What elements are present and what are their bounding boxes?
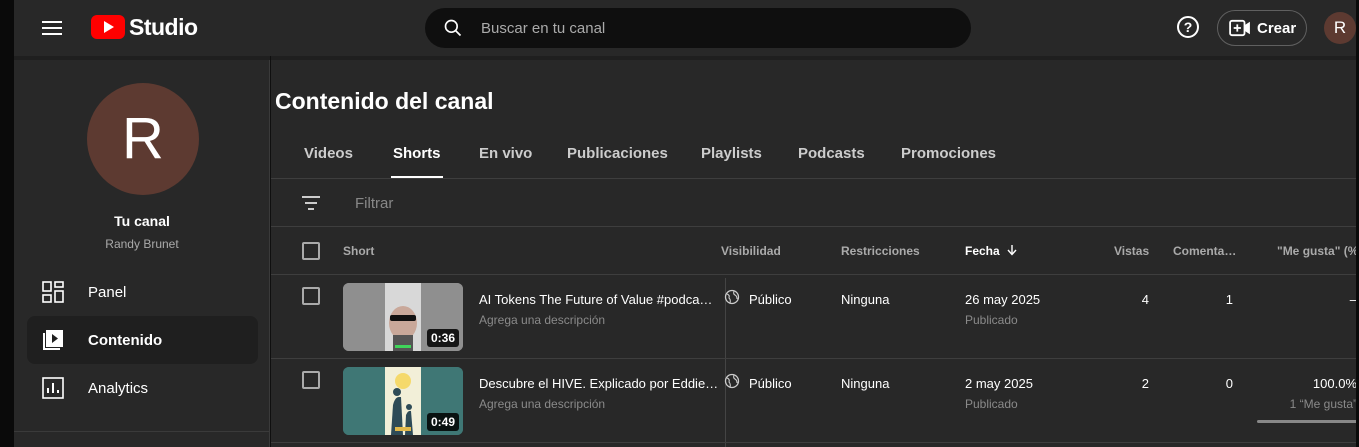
video-thumbnail[interactable]: 0:49 <box>343 367 463 435</box>
date-value: 2 may 2025 <box>965 376 1033 391</box>
youtube-studio-logo[interactable]: Studio <box>91 13 198 41</box>
globe-icon <box>724 289 740 305</box>
likes-count: 1 “Me gusta” <box>1289 397 1356 411</box>
channel-name: Randy Brunet <box>105 237 179 251</box>
tab-publicaciones[interactable]: Publicaciones <box>567 134 668 178</box>
filter-icon[interactable] <box>302 195 320 211</box>
column-header-short[interactable]: Short <box>343 244 374 258</box>
create-video-icon <box>1229 19 1250 37</box>
column-header-comments[interactable]: Comenta… <box>1173 244 1236 258</box>
analytics-icon <box>42 377 64 399</box>
restrictions-value: Ninguna <box>841 376 890 391</box>
tab-videos[interactable]: Videos <box>304 134 353 178</box>
column-header-date[interactable]: Fecha <box>965 244 1018 258</box>
top-app-bar: Studio ? Crear R <box>14 0 1356 56</box>
tab-promociones[interactable]: Promociones <box>901 134 996 178</box>
column-header-likes[interactable]: "Me gusta" (%) <box>1277 244 1356 258</box>
window-frame-left <box>0 0 14 447</box>
tab-playlists[interactable]: Playlists <box>701 134 762 178</box>
publish-status: Publicado <box>965 313 1018 327</box>
tab-en-vivo[interactable]: En vivo <box>479 134 532 178</box>
sidebar-item-label: Contenido <box>88 331 163 349</box>
sidebar-item-label: Panel <box>88 283 127 301</box>
row-checkbox[interactable] <box>302 371 320 389</box>
help-icon[interactable]: ? <box>1177 16 1199 38</box>
sidebar-item-panel[interactable]: Panel <box>27 268 258 316</box>
main-divider <box>271 56 1356 60</box>
views-value: 4 <box>1141 292 1149 307</box>
globe-icon <box>724 373 740 389</box>
sidebar-item-contenido[interactable]: Contenido <box>27 316 258 364</box>
restrictions-value: Ninguna <box>841 292 890 307</box>
video-title[interactable]: AI Tokens The Future of Value #podca… <box>479 292 712 307</box>
header-divider <box>271 274 1356 275</box>
sidebar-item-analytics[interactable]: Analytics <box>27 364 258 412</box>
search-input[interactable] <box>481 8 951 48</box>
video-description[interactable]: Agrega una descripción <box>479 397 605 411</box>
sidebar-item-label: Analytics <box>88 379 149 397</box>
channel-avatar[interactable]: R <box>87 83 199 195</box>
likes-value: – <box>1281 292 1356 307</box>
visibility-value[interactable]: Público <box>749 292 792 307</box>
create-button-label: Crear <box>1257 19 1297 37</box>
column-header-views[interactable]: Vistas <box>1114 244 1149 258</box>
video-description[interactable]: Agrega una descripción <box>479 313 605 327</box>
sidebar: R Tu canal Randy Brunet Panel Contenido … <box>14 56 270 447</box>
hamburger-menu-icon[interactable] <box>36 14 68 42</box>
filter-divider <box>271 226 1356 227</box>
tab-podcasts[interactable]: Podcasts <box>798 134 865 178</box>
likes-value: 100.0% <box>1312 376 1356 391</box>
select-all-checkbox[interactable] <box>302 242 320 260</box>
visibility-value[interactable]: Público <box>749 376 792 391</box>
create-button[interactable]: Crear <box>1217 10 1307 46</box>
row-divider <box>271 358 1356 359</box>
column-header-restrictions[interactable]: Restricciones <box>841 244 920 258</box>
sidebar-divider <box>14 56 270 60</box>
tab-shorts[interactable]: Shorts <box>391 134 443 178</box>
search-icon[interactable] <box>443 18 463 38</box>
column-header-date-label: Fecha <box>965 244 1000 258</box>
content-icon <box>43 330 63 350</box>
row-checkbox[interactable] <box>302 287 320 305</box>
search-bar <box>425 8 971 48</box>
sort-arrow-down-icon <box>1007 245 1017 256</box>
comments-value: 0 <box>1225 376 1233 391</box>
channel-title: Tu canal <box>114 213 170 229</box>
account-avatar[interactable]: R <box>1324 12 1356 44</box>
column-header-visibility[interactable]: Visibilidad <box>721 244 781 258</box>
filter-input[interactable] <box>355 190 655 216</box>
youtube-play-icon <box>91 15 125 39</box>
tabs-divider <box>271 178 1356 179</box>
sidebar-divider <box>14 431 270 447</box>
main-content: Contenido del canal Videos Shorts En viv… <box>271 56 1356 447</box>
comments-value: 1 <box>1225 292 1233 307</box>
publish-status: Publicado <box>965 397 1018 411</box>
video-duration: 0:49 <box>426 413 459 431</box>
logo-text: Studio <box>129 13 198 40</box>
date-value: 26 may 2025 <box>965 292 1041 307</box>
horizontal-scrollbar[interactable] <box>1257 420 1356 423</box>
page-title: Contenido del canal <box>275 88 494 114</box>
video-duration: 0:36 <box>426 329 459 347</box>
dashboard-icon <box>42 281 64 303</box>
views-value: 2 <box>1141 376 1149 391</box>
video-thumbnail[interactable]: 0:36 <box>343 283 463 351</box>
video-title[interactable]: Descubre el HIVE. Explicado por Eddie… <box>479 376 718 391</box>
row-divider <box>271 442 1356 443</box>
